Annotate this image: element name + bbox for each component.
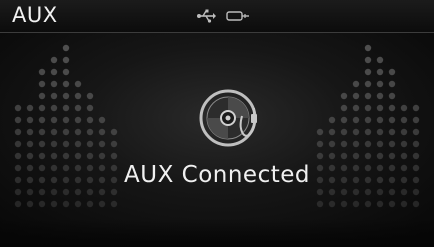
- aux-screen: AUX AUX Connected: [0, 0, 434, 247]
- aux-plug-icon: [226, 8, 250, 27]
- status-icons: [196, 8, 250, 27]
- aux-disc-icon: [199, 89, 257, 147]
- screen-title: AUX: [12, 3, 58, 27]
- top-bar: AUX: [0, 0, 434, 33]
- status-message: AUX Connected: [124, 162, 310, 188]
- footer-bar: [0, 219, 434, 247]
- usb-icon: [196, 8, 216, 27]
